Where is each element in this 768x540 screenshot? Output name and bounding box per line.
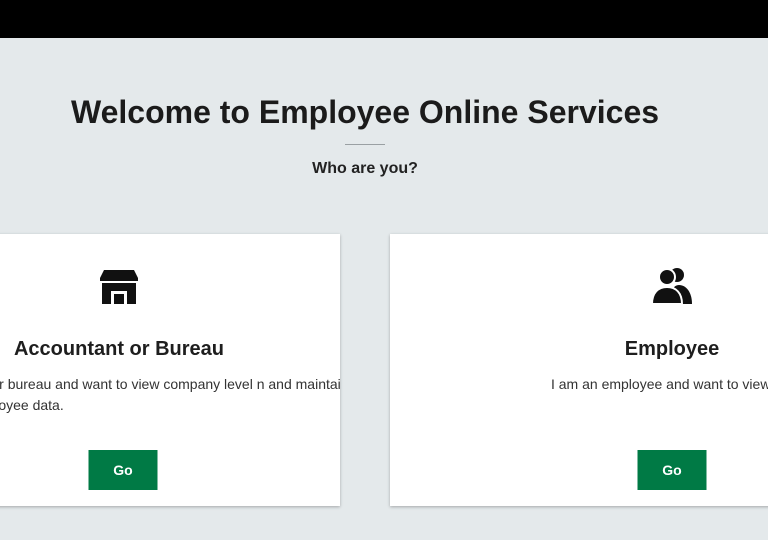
page-subtitle: Who are you?: [312, 160, 418, 177]
page-title: Welcome to Employee Online Services: [70, 94, 660, 130]
employee-go-button[interactable]: Go: [637, 450, 707, 490]
card-title: Accountant or Bureau: [13, 338, 225, 360]
card-description: I am an employee and want to view my: [550, 376, 768, 392]
card-title: Employee: [624, 338, 720, 360]
employee-card: Employee I am an employee and want to vi…: [390, 234, 768, 506]
accountant-card: Accountant or Bureau ant or bureau and w…: [0, 234, 340, 506]
top-bar: [0, 0, 768, 38]
title-divider: [345, 144, 385, 145]
users-icon: [651, 268, 692, 305]
card-description: ant or bureau and want to view company l…: [0, 376, 340, 413]
accountant-go-button[interactable]: Go: [88, 450, 158, 490]
store-icon: [100, 270, 138, 304]
